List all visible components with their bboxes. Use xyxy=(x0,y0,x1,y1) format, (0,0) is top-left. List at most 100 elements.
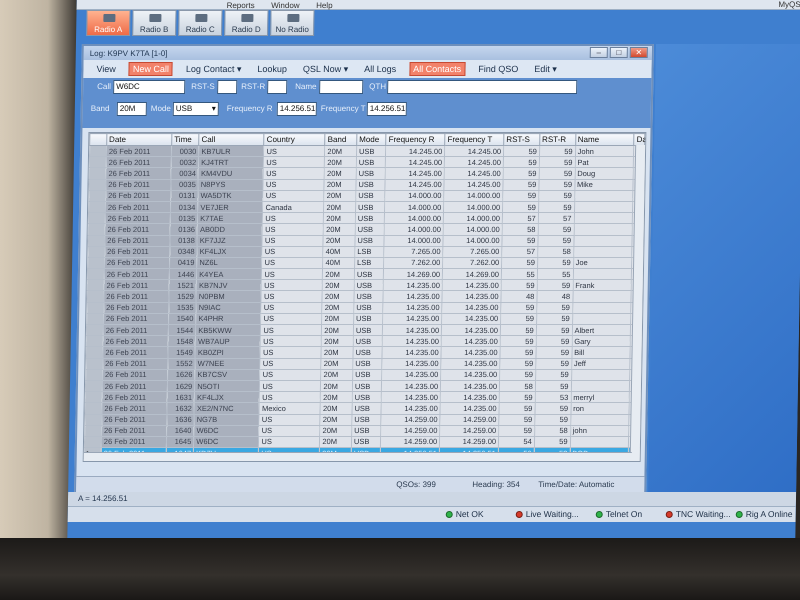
table-cell[interactable] xyxy=(574,190,634,202)
table-cell[interactable]: 1544 xyxy=(168,324,196,336)
table-cell[interactable]: 7.262.00 xyxy=(383,257,443,269)
table-cell[interactable]: 26 Feb 2011 xyxy=(102,369,168,381)
table-cell[interactable]: USB xyxy=(354,268,384,280)
table-cell[interactable]: 14.000.00 xyxy=(385,190,445,202)
table-cell[interactable]: 26 Feb 2011 xyxy=(104,235,171,247)
table-cell[interactable]: US xyxy=(260,335,322,347)
table-cell[interactable]: 14.235.00 xyxy=(382,313,442,325)
table-cell[interactable]: 58 xyxy=(499,380,536,392)
table-cell[interactable]: 0034 xyxy=(171,167,199,180)
row-selector[interactable] xyxy=(89,145,107,157)
table-cell[interactable]: 0035 xyxy=(170,179,199,191)
qth-field[interactable] xyxy=(387,80,578,94)
table-cell[interactable]: 14.235.00 xyxy=(383,279,443,291)
table-cell[interactable]: 26 Feb 2011 xyxy=(101,402,168,414)
table-cell[interactable]: USB xyxy=(356,167,386,180)
table-cell[interactable]: 59 xyxy=(537,235,574,247)
column-header[interactable]: Time xyxy=(171,133,200,146)
log-menu-item-2[interactable]: Log Contact ▾ xyxy=(183,63,245,76)
table-cell[interactable]: 14.245.00 xyxy=(444,156,504,168)
table-cell[interactable]: 14.259.00 xyxy=(380,436,440,448)
table-cell[interactable]: 0419 xyxy=(169,257,198,269)
table-cell[interactable]: 59 xyxy=(537,223,574,235)
table-cell[interactable]: KJ4TRT xyxy=(198,156,264,168)
row-selector[interactable] xyxy=(86,302,104,314)
table-cell[interactable] xyxy=(570,380,630,392)
log-menu-item-3[interactable]: Lookup xyxy=(254,63,290,75)
row-selector[interactable] xyxy=(85,380,103,392)
column-header[interactable]: Da xyxy=(634,133,646,146)
table-cell[interactable] xyxy=(573,235,633,247)
table-cell[interactable]: 58 xyxy=(534,425,571,437)
table-cell[interactable]: N0PBM xyxy=(196,290,262,303)
log-menu-item-8[interactable]: Edit ▾ xyxy=(531,63,560,76)
table-cell[interactable]: 26 Feb 2011 xyxy=(101,414,167,426)
table-cell[interactable]: 59 xyxy=(539,145,576,157)
table-cell[interactable]: 14.235.00 xyxy=(382,358,442,370)
table-cell[interactable]: US xyxy=(262,235,324,247)
table-cell[interactable]: 59 xyxy=(534,402,571,414)
table-cell[interactable]: 20M xyxy=(323,201,356,213)
table-cell[interactable] xyxy=(571,369,631,381)
log-menu-item-0[interactable]: View xyxy=(93,63,119,75)
table-cell[interactable]: 14.000.00 xyxy=(384,223,444,235)
table-cell[interactable]: 26 Feb 2011 xyxy=(103,279,170,291)
log-menu-item-1[interactable]: New Call xyxy=(128,62,174,76)
table-row[interactable]: 26 Feb 2011 1640 W6DC US 20M USB 14.259.00 14.2… xyxy=(84,425,640,437)
row-selector[interactable] xyxy=(86,335,104,347)
table-cell[interactable]: 14.235.00 xyxy=(441,335,501,347)
radio-tab-4[interactable]: No Radio xyxy=(270,10,315,36)
table-cell[interactable]: Pat xyxy=(574,156,634,168)
table-cell[interactable]: 14.235.00 xyxy=(440,391,500,403)
table-cell[interactable]: K4YEA xyxy=(196,268,262,280)
table-cell[interactable]: 1631 xyxy=(167,391,195,403)
table-cell[interactable]: Jeff xyxy=(571,358,631,370)
table-row[interactable]: 26 Feb 2011 0035 N8PYS US 20M USB 14.245.00 14.… xyxy=(88,179,645,191)
table-cell[interactable]: US xyxy=(263,145,326,157)
table-cell[interactable]: US xyxy=(260,358,322,370)
table-cell[interactable]: VE7JER xyxy=(197,201,264,213)
table-cell[interactable]: 59 xyxy=(539,156,576,168)
table-row[interactable]: 26 Feb 2011 1521 KB7NJV US 20M USB 14.235.00 14… xyxy=(87,279,643,291)
table-cell[interactable]: 59 xyxy=(502,190,539,202)
table-cell[interactable]: 20M xyxy=(320,402,353,414)
table-cell[interactable]: 14.245.00 xyxy=(385,145,445,157)
row-selector[interactable] xyxy=(88,201,106,213)
table-cell[interactable]: merryl xyxy=(570,391,630,403)
table-cell[interactable]: W6DC xyxy=(193,436,260,448)
table-cell[interactable]: 14.235.00 xyxy=(383,302,443,314)
table-cell[interactable]: 59 xyxy=(538,167,575,180)
table-cell[interactable]: USB xyxy=(351,436,381,448)
table-cell[interactable]: 26 Feb 2011 xyxy=(101,425,167,437)
close-button[interactable]: ✕ xyxy=(629,47,648,58)
table-cell[interactable]: 20M xyxy=(324,190,356,202)
table-cell[interactable]: 20M xyxy=(320,425,352,437)
table-cell[interactable]: 14.000.00 xyxy=(443,212,503,224)
table-cell[interactable]: ron xyxy=(570,402,630,414)
table-cell[interactable]: US xyxy=(263,179,325,191)
table-cell[interactable]: 14.235.00 xyxy=(381,380,441,392)
table-cell[interactable]: US xyxy=(259,380,321,392)
table-cell[interactable]: US xyxy=(261,257,324,269)
row-selector[interactable] xyxy=(87,246,105,258)
row-selector[interactable] xyxy=(88,212,106,224)
table-cell[interactable]: 20M xyxy=(321,335,354,347)
table-cell[interactable]: 48 xyxy=(501,290,537,303)
table-cell[interactable]: 1645 xyxy=(166,436,194,448)
table-cell[interactable]: 20M xyxy=(320,380,353,392)
table-cell[interactable]: 20M xyxy=(319,436,352,448)
row-selector[interactable] xyxy=(87,268,105,280)
table-cell[interactable]: 14.235.00 xyxy=(383,290,443,303)
table-cell[interactable]: NG7B xyxy=(194,414,260,426)
table-cell[interactable] xyxy=(573,223,633,235)
table-cell[interactable]: 14.259.00 xyxy=(380,425,441,437)
table-cell[interactable]: 20M xyxy=(320,391,353,403)
log-window-titlebar[interactable]: Log: K9PV K7TA [1-0] – □ ✕ xyxy=(83,46,652,60)
table-cell[interactable]: 20M xyxy=(322,268,355,280)
table-cell[interactable]: USB xyxy=(355,201,386,213)
table-row[interactable]: 26 Feb 2011 0131 WA5DTK US 20M USB 14.000.00 14… xyxy=(88,190,644,202)
table-cell[interactable]: US xyxy=(261,279,323,291)
table-cell[interactable]: Doug xyxy=(574,167,634,180)
table-cell[interactable]: 14.000.00 xyxy=(443,201,503,213)
table-row[interactable]: 26 Feb 2011 1446 K4YEA US 20M USB 14.269.00 14.… xyxy=(87,268,643,280)
